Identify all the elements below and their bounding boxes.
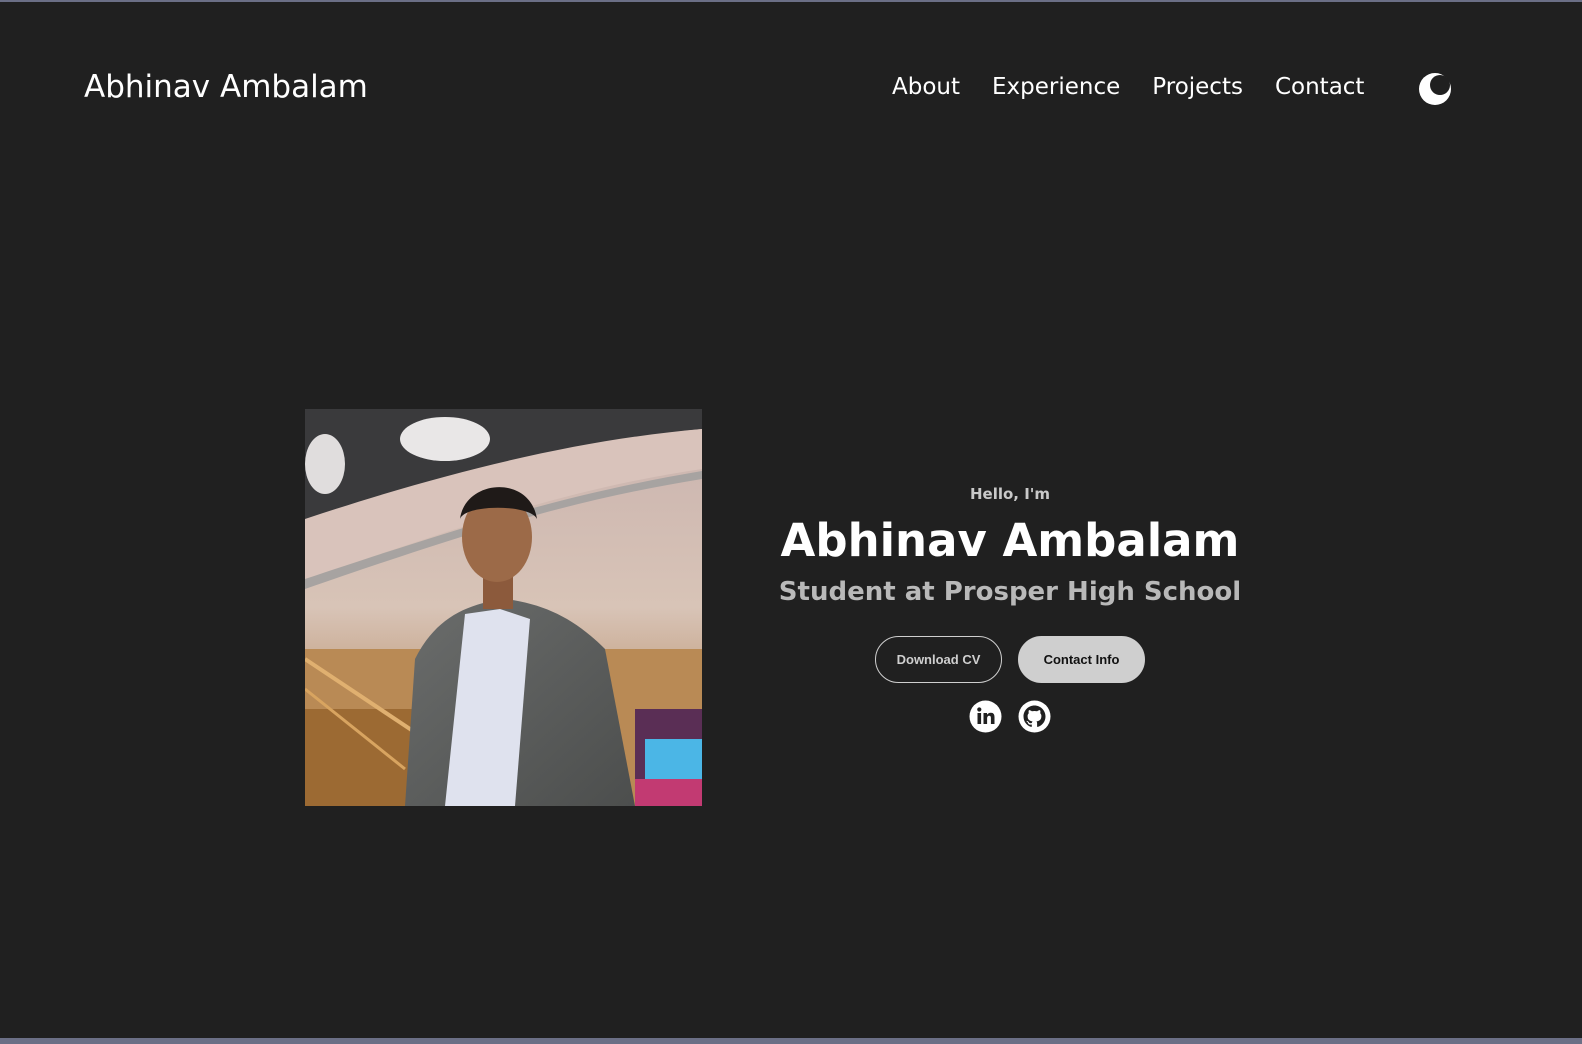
theme-toggle-button[interactable] xyxy=(1419,73,1451,105)
github-icon[interactable] xyxy=(1018,700,1051,733)
hero-text: Hello, I'm Abhinav Ambalam Student at Pr… xyxy=(760,482,1260,609)
hero-buttons: Download CV Contact Info xyxy=(875,636,1145,683)
nav-link-contact[interactable]: Contact xyxy=(1275,74,1364,106)
main-nav: About Experience Projects Contact xyxy=(892,74,1364,106)
profile-photo-image xyxy=(305,409,702,806)
profile-photo xyxy=(305,409,702,806)
linkedin-icon[interactable] xyxy=(969,700,1002,733)
site-logo[interactable]: Abhinav Ambalam xyxy=(84,69,368,105)
hero-name: Abhinav Ambalam xyxy=(780,514,1240,567)
social-links xyxy=(969,700,1051,733)
hero-subtitle: Student at Prosper High School xyxy=(778,577,1242,607)
nav-link-projects[interactable]: Projects xyxy=(1152,74,1243,106)
greeting: Hello, I'm xyxy=(969,485,1051,503)
download-cv-button[interactable]: Download CV xyxy=(875,636,1002,683)
page: Abhinav Ambalam About Experience Project… xyxy=(0,2,1582,1038)
nav-link-experience[interactable]: Experience xyxy=(992,74,1120,106)
contact-info-button[interactable]: Contact Info xyxy=(1018,636,1145,683)
moon-icon xyxy=(1419,73,1451,105)
nav-link-about[interactable]: About xyxy=(892,74,960,106)
